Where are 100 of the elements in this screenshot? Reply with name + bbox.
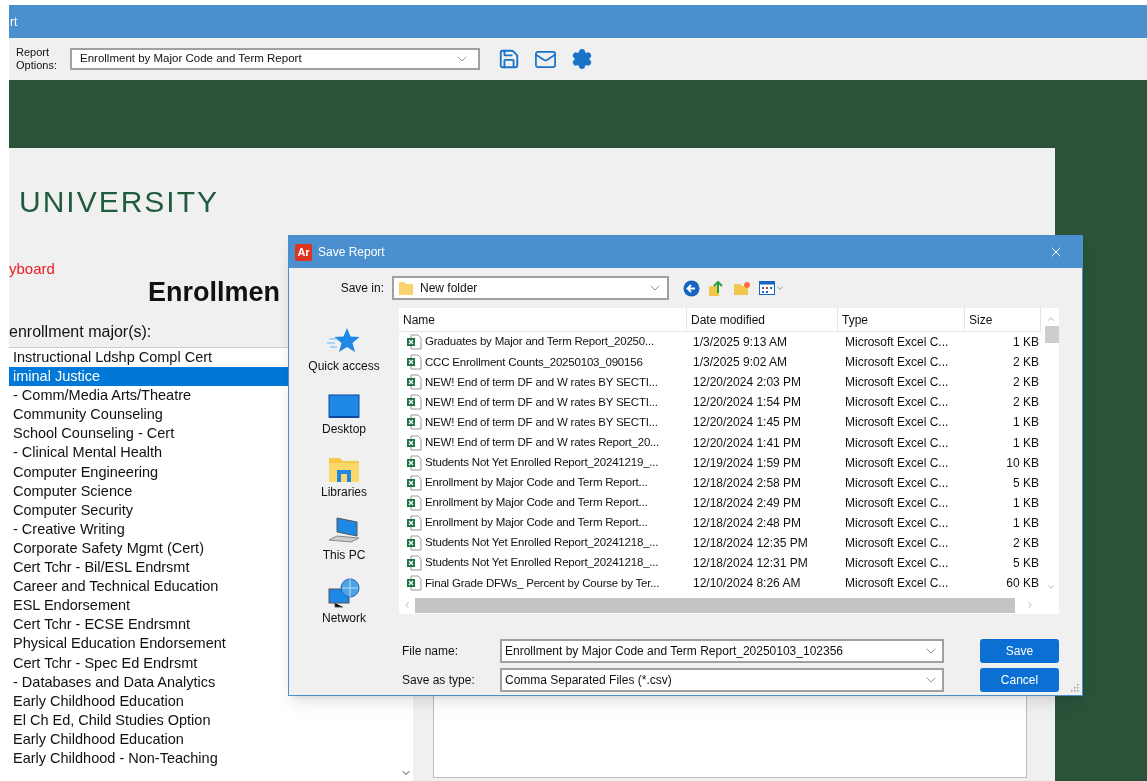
- file-date: 12/18/2024 2:49 PM: [693, 495, 802, 510]
- resize-grip-icon[interactable]: [1069, 682, 1079, 692]
- file-name: NEW! End of term DF and W rates BY SECTI...: [425, 394, 658, 410]
- major-option[interactable]: Early Childhood - Non-Teaching: [9, 748, 398, 769]
- folder-icon: [398, 280, 414, 296]
- desktop-icon: [328, 394, 360, 420]
- file-type: Microsoft Excel C...: [845, 556, 949, 571]
- file-row[interactable]: Students Not Yet Enrolled Report_20241219_... 12/19/2024 1:59 PM Microsoft Excel C... 10 KB: [399, 452, 1042, 473]
- file-date: 12/20/2024 2:03 PM: [693, 375, 802, 390]
- file-name-label: File name:: [402, 643, 460, 660]
- excel-file-icon: [406, 354, 422, 371]
- place-item[interactable]: Network: [322, 566, 366, 629]
- up-folder-icon[interactable]: [708, 279, 725, 297]
- major-option[interactable]: Early Childhood Education: [9, 729, 398, 749]
- file-row[interactable]: NEW! End of term DF and W rates BY SECTI... 12/20/2024 2:03 PM Microsoft Excel C... 2 KB: [399, 372, 1042, 393]
- network-globe-icon: [327, 577, 361, 609]
- file-size: 1 KB: [1013, 515, 1039, 530]
- file-size: 2 KB: [1013, 395, 1039, 410]
- file-type: Microsoft Excel C...: [845, 536, 949, 550]
- excel-file-icon: [406, 374, 422, 391]
- file-name-field[interactable]: Enrollment by Major Code and Term Report_20250103_102356: [500, 639, 944, 663]
- file-name: NEW! End of term DF and W rates BY SECTI...: [425, 414, 658, 430]
- file-type: Microsoft Excel C...: [845, 515, 949, 530]
- major-option[interactable]: Early Childhood Education: [9, 691, 398, 711]
- dialog-button[interactable]: Save: [980, 639, 1059, 663]
- dashboard-link[interactable]: yboard: [9, 260, 55, 278]
- file-type: Microsoft Excel C...: [845, 455, 949, 470]
- view-menu-button[interactable]: [759, 281, 785, 295]
- settings-icon[interactable]: [571, 48, 593, 70]
- majors-label: enrollment major(s):: [9, 322, 152, 342]
- place-item[interactable]: Libraries: [321, 440, 367, 503]
- report-title: Enrollmen: [148, 276, 281, 308]
- report-options-label: Report Options:: [16, 46, 58, 72]
- file-row[interactable]: Enrollment by Major Code and Term Report... 12/18/2024 2:58 PM Microsoft Excel C... 5 KB: [399, 472, 1042, 493]
- file-size: 2 KB: [1013, 355, 1039, 370]
- file-type-dropdown[interactable]: Comma Separated Files (*.csv): [500, 668, 944, 692]
- scroll-up-icon[interactable]: [1045, 314, 1056, 324]
- file-name: NEW! End of term DF and W rates Report_20...: [425, 434, 660, 450]
- file-name: Enrollment by Major Code and Term Report...: [425, 515, 648, 531]
- excel-file-icon: [406, 434, 422, 451]
- excel-file-icon: [406, 454, 422, 471]
- scroll-thumb[interactable]: [1044, 326, 1059, 343]
- save-in-label: Save in:: [339, 280, 385, 297]
- file-name: Students Not Yet Enrolled Report_20241218_...: [425, 535, 659, 551]
- major-option[interactable]: El Ch Ed, Child Studies Option: [9, 710, 398, 730]
- excel-file-icon: [406, 514, 422, 531]
- scroll-right-icon[interactable]: [1025, 600, 1035, 610]
- file-row[interactable]: NEW! End of term DF and W rates BY SECTI... 12/20/2024 1:45 PM Microsoft Excel C... 1 KB: [399, 412, 1042, 433]
- report-options-dropdown[interactable]: Enrollment by Major Code and Term Report: [70, 48, 480, 70]
- excel-file-icon: [406, 334, 422, 351]
- file-size: 1 KB: [1013, 495, 1039, 510]
- scroll-thumb[interactable]: [415, 597, 1015, 613]
- file-size: 5 KB: [1013, 556, 1039, 571]
- excel-file-icon: [406, 414, 422, 431]
- new-folder-icon[interactable]: [733, 280, 751, 296]
- file-name: Enrollment by Major Code and Term Report...: [425, 495, 648, 511]
- file-date: 12/18/2024 12:35 PM: [693, 536, 808, 550]
- file-date: 12/20/2024 1:54 PM: [693, 395, 802, 410]
- file-row[interactable]: Enrollment by Major Code and Term Report... 12/18/2024 2:49 PM Microsoft Excel C... 1 KB: [399, 492, 1042, 513]
- computer-icon: [327, 516, 361, 546]
- dialog-button[interactable]: Cancel: [980, 668, 1059, 692]
- excel-file-icon: [406, 494, 422, 511]
- file-row[interactable]: NEW! End of term DF and W rates Report_20... 12/20/2024 1:41 PM Microsoft Excel C... 1 KB: [399, 432, 1042, 453]
- file-row[interactable]: Students Not Yet Enrolled Report_20241218_... 12/18/2024 12:31 PM Microsoft Excel C... 5 KB: [399, 553, 1042, 574]
- dialog-title: Save Report: [318, 244, 385, 261]
- file-type: Microsoft Excel C...: [845, 435, 949, 450]
- save-in-dropdown[interactable]: New folder: [392, 276, 669, 300]
- save-as-type-label: Save as type:: [402, 672, 476, 689]
- caret-icon: [775, 283, 785, 293]
- scroll-down-icon[interactable]: [1045, 582, 1056, 592]
- file-type: Microsoft Excel C...: [845, 355, 949, 370]
- file-type: Microsoft Excel C...: [845, 495, 949, 510]
- file-date: 1/3/2025 9:02 AM: [693, 355, 788, 370]
- file-row[interactable]: Enrollment by Major Code and Term Report... 12/18/2024 2:48 PM Microsoft Excel C... 1 KB: [399, 512, 1042, 533]
- file-name: Final Grade DFWs_ Percent by Course by Ter...: [425, 575, 660, 591]
- file-size: 10 KB: [1006, 455, 1039, 470]
- file-row[interactable]: Students Not Yet Enrolled Report_20241218_... 12/18/2024 12:35 PM Microsoft Excel C... 2 KB: [399, 532, 1042, 554]
- save-in-value: New folder: [420, 280, 479, 297]
- file-name: CCC Enrollment Counts_20250103_090156: [425, 354, 643, 370]
- view-grid-icon: [759, 281, 775, 295]
- file-type: Microsoft Excel C...: [845, 335, 949, 350]
- file-type: Microsoft Excel C...: [845, 395, 949, 410]
- app-logo-icon: Ar: [295, 243, 312, 261]
- excel-file-icon: [406, 474, 422, 491]
- file-name: Students Not Yet Enrolled Report_20241219_...: [425, 455, 659, 470]
- file-type: Microsoft Excel C...: [845, 475, 949, 490]
- file-name: Graduates by Major and Term Report_20250...: [425, 334, 654, 350]
- file-row[interactable]: NEW! End of term DF and W rates BY SECTI... 12/20/2024 1:54 PM Microsoft Excel C... 2 KB: [399, 392, 1042, 413]
- file-row[interactable]: CCC Enrollment Counts_20250103_090156 1/3/2025 9:02 AM Microsoft Excel C... 2 KB: [399, 352, 1042, 373]
- place-item[interactable]: This PC: [322, 503, 366, 566]
- save-icon[interactable]: [498, 48, 520, 70]
- file-date: 12/18/2024 12:31 PM: [693, 556, 808, 571]
- file-row[interactable]: Final Grade DFWs_ Percent by Course by Ter... 12/10/2024 8:26 AM Microsoft Excel C... 60 KB: [399, 573, 1042, 594]
- file-date: 12/18/2024 2:58 PM: [693, 475, 802, 490]
- file-size: 2 KB: [1013, 375, 1039, 390]
- excel-file-icon: [406, 535, 422, 551]
- file-date: 12/18/2024 2:48 PM: [693, 515, 802, 530]
- file-size: 5 KB: [1013, 475, 1039, 490]
- scroll-left-icon[interactable]: [402, 600, 412, 610]
- file-row[interactable]: Graduates by Major and Term Report_20250... 1/3/2025 9:13 AM Microsoft Excel C... 1 KB: [399, 332, 1042, 353]
